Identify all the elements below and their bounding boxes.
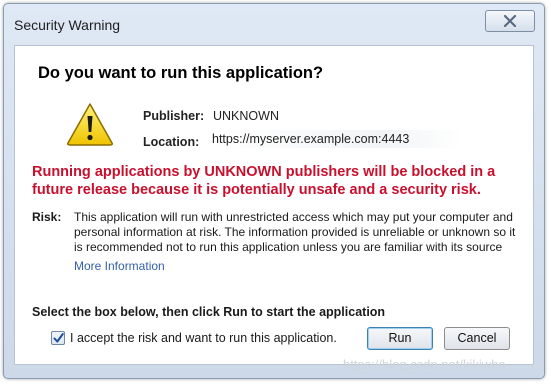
close-icon (503, 15, 517, 27)
warning-triangle-icon (67, 103, 113, 146)
dialog-content: Do you want to run this application? Pub… (14, 45, 534, 365)
instruction-text: Select the box below, then click Run to … (32, 305, 386, 319)
location-value: https://myserver.example.com:4443 (208, 130, 463, 148)
more-information-link[interactable]: More Information (74, 259, 165, 273)
window-title: Security Warning (14, 17, 121, 33)
checkmark-icon (53, 333, 64, 343)
watermark: https://blog.csdn.net/kikiwho (343, 357, 506, 372)
close-button[interactable] (485, 10, 535, 32)
cancel-button[interactable]: Cancel (444, 327, 510, 350)
block-warning-text: Running applications by UNKNOWN publishe… (32, 164, 496, 198)
accept-risk-checkbox[interactable] (51, 331, 65, 345)
accept-risk-label[interactable]: I accept the risk and want to run this a… (70, 331, 337, 345)
run-button[interactable]: Run (367, 327, 433, 350)
dialog-heading: Do you want to run this application? (38, 64, 324, 82)
location-label: Location: (143, 135, 200, 149)
publisher-label: Publisher: (143, 109, 205, 123)
risk-description: This application will run with unrestric… (74, 210, 516, 254)
risk-label: Risk: (32, 210, 62, 224)
publisher-value: UNKNOWN (213, 109, 279, 123)
title-bar: Security Warning (4, 4, 544, 42)
security-warning-window: Security Warning Do you want to run this… (3, 3, 545, 379)
